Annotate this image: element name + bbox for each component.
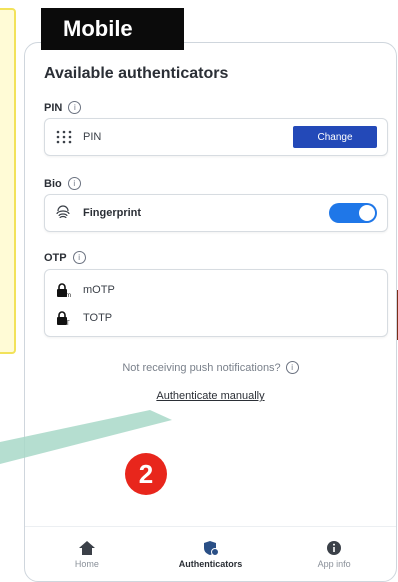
svg-text:m: m: [66, 293, 71, 298]
pin-card: PIN Change: [44, 118, 388, 156]
keypad-icon: [56, 130, 72, 144]
info-icon[interactable]: i: [72, 251, 86, 264]
nav-item-home[interactable]: Home: [25, 527, 149, 581]
pin-section-label: PIN i: [44, 101, 82, 114]
otp-card: m mOTP T TOTP: [44, 269, 388, 337]
info-circle-icon: [327, 540, 342, 555]
toggle-knob: [359, 205, 375, 221]
info-icon[interactable]: i: [285, 361, 299, 374]
otp-item-totp[interactable]: T TOTP: [55, 304, 377, 332]
nav-item-authenticators[interactable]: Authenticators: [149, 527, 273, 581]
page-title: Available authenticators: [44, 65, 229, 82]
totp-label: TOTP: [83, 312, 113, 324]
otp-label: OTP: [44, 251, 67, 264]
lock-t-icon: T: [57, 311, 70, 326]
fingerprint-label: Fingerprint: [83, 207, 142, 219]
fingerprint-icon: [56, 205, 70, 219]
phone-screen: Available authenticators PIN i PIN Chang…: [24, 42, 397, 582]
mobile-label-badge: Mobile: [41, 8, 184, 50]
nav-authenticators-label: Authenticators: [178, 558, 243, 569]
nav-home-label: Home: [74, 558, 99, 569]
bio-card: Fingerprint: [44, 194, 388, 232]
lock-m-icon: m: [57, 283, 71, 298]
fingerprint-toggle[interactable]: [329, 203, 377, 223]
svg-text:T: T: [66, 321, 70, 326]
yellow-side-panel: [0, 8, 16, 354]
info-icon[interactable]: i: [68, 101, 82, 114]
change-pin-button[interactable]: Change: [293, 126, 377, 148]
home-icon: [78, 540, 95, 555]
nav-item-app-info[interactable]: App info: [272, 527, 396, 581]
callout-arrow: [0, 410, 172, 464]
nav-app-info-label: App info: [317, 558, 351, 569]
info-icon[interactable]: i: [67, 177, 81, 190]
pin-label: PIN: [44, 101, 63, 114]
motp-label: mOTP: [83, 284, 115, 296]
otp-section-label: OTP i: [44, 251, 86, 264]
bio-section-label: Bio i: [44, 177, 81, 190]
push-note-text: Not receiving push notifications?: [122, 361, 281, 374]
push-notification-note: Not receiving push notifications? i: [25, 361, 396, 374]
otp-item-motp[interactable]: m mOTP: [55, 276, 377, 304]
bio-label: Bio: [44, 177, 62, 190]
bottom-nav: Home Authenticators App info: [25, 526, 396, 581]
pin-item-label: PIN: [83, 131, 102, 143]
shield-gear-icon: [203, 540, 219, 556]
